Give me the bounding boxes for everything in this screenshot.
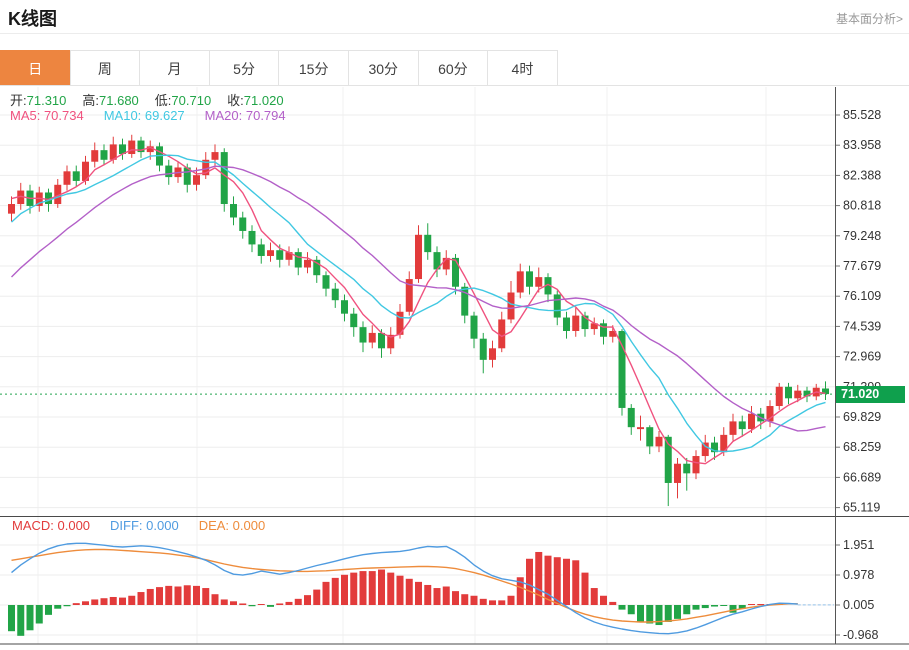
page-title: K线图 [8, 5, 57, 31]
svg-text:77.679: 77.679 [843, 259, 881, 273]
price-chart[interactable]: 85.528 83.958 82.388 80.818 79.248 77.679 76.1… [0, 87, 909, 516]
tab-interval-3[interactable]: 5分 [209, 50, 280, 86]
svg-text:68.259: 68.259 [843, 440, 881, 454]
tab-interval-6[interactable]: 60分 [418, 50, 489, 86]
ma-readout: MA5: 70.734 MA10: 69.627 MA20: 70.794 [10, 108, 306, 123]
svg-text:83.958: 83.958 [843, 138, 881, 152]
svg-text:1.951: 1.951 [843, 538, 874, 552]
svg-text:0.978: 0.978 [843, 568, 874, 582]
ohlc-value: 70.710 [171, 93, 211, 108]
svg-text:0.005: 0.005 [843, 598, 874, 612]
ohlc-label: 低: [155, 93, 172, 108]
svg-text:74.539: 74.539 [843, 319, 881, 333]
ohlc-label: 开: [10, 93, 27, 108]
svg-text:82.388: 82.388 [843, 168, 881, 182]
macd-chart[interactable]: 1.951 0.978 0.005 -0.968 [0, 516, 909, 650]
svg-text:65.119: 65.119 [843, 501, 880, 515]
tab-interval-2[interactable]: 月 [139, 50, 210, 86]
svg-text:-0.968: -0.968 [843, 628, 878, 642]
ma-value: MA20: 70.794 [205, 108, 286, 123]
macd-canvas: 1.951 0.978 0.005 -0.968 [0, 516, 909, 650]
macd-value: MACD: 0.000 [12, 518, 90, 533]
ma-value: MA10: 69.627 [104, 108, 185, 123]
fundamental-analysis-link[interactable]: 基本面分析> [836, 10, 903, 27]
macd-value: DEA: 0.000 [199, 518, 266, 533]
svg-text:79.248: 79.248 [843, 229, 881, 243]
ohlc-value: 71.020 [244, 93, 284, 108]
tab-interval-1[interactable]: 周 [70, 50, 141, 86]
svg-text:72.969: 72.969 [843, 350, 881, 364]
svg-text:69.829: 69.829 [843, 410, 881, 424]
ohlc-readout: 开:71.310 高:71.680 低:70.710 收:71.020 [10, 90, 300, 109]
interval-tabs: 日周月5分15分30分60分4时 [0, 50, 558, 86]
svg-text:66.689: 66.689 [843, 470, 881, 484]
header-divider [0, 33, 909, 34]
current-price-badge: 71.020 [836, 386, 905, 403]
svg-text:76.109: 76.109 [843, 289, 881, 303]
ohlc-label: 高: [82, 93, 99, 108]
tab-interval-0[interactable]: 日 [0, 50, 71, 86]
tab-interval-4[interactable]: 15分 [278, 50, 349, 86]
tab-interval-7[interactable]: 4时 [487, 50, 558, 86]
ohlc-label: 收: [227, 93, 244, 108]
ma-value: MA5: 70.734 [10, 108, 84, 123]
macd-readout: MACD: 0.000 DIFF: 0.000 DEA: 0.000 [12, 518, 285, 533]
macd-value: DIFF: 0.000 [110, 518, 179, 533]
current-price-value: 71.020 [841, 387, 879, 401]
ohlc-value: 71.310 [27, 93, 67, 108]
svg-text:80.818: 80.818 [843, 199, 881, 213]
candlestick-canvas: 85.528 83.958 82.388 80.818 79.248 77.679 76.1… [0, 87, 909, 516]
ohlc-value: 71.680 [99, 93, 139, 108]
tab-interval-5[interactable]: 30分 [348, 50, 419, 86]
kline-widget: K线图 基本面分析> 日周月5分15分30分60分4时 85.528 83.958… [0, 0, 909, 650]
svg-text:85.528: 85.528 [843, 108, 881, 122]
tabbar-underline [0, 85, 909, 86]
